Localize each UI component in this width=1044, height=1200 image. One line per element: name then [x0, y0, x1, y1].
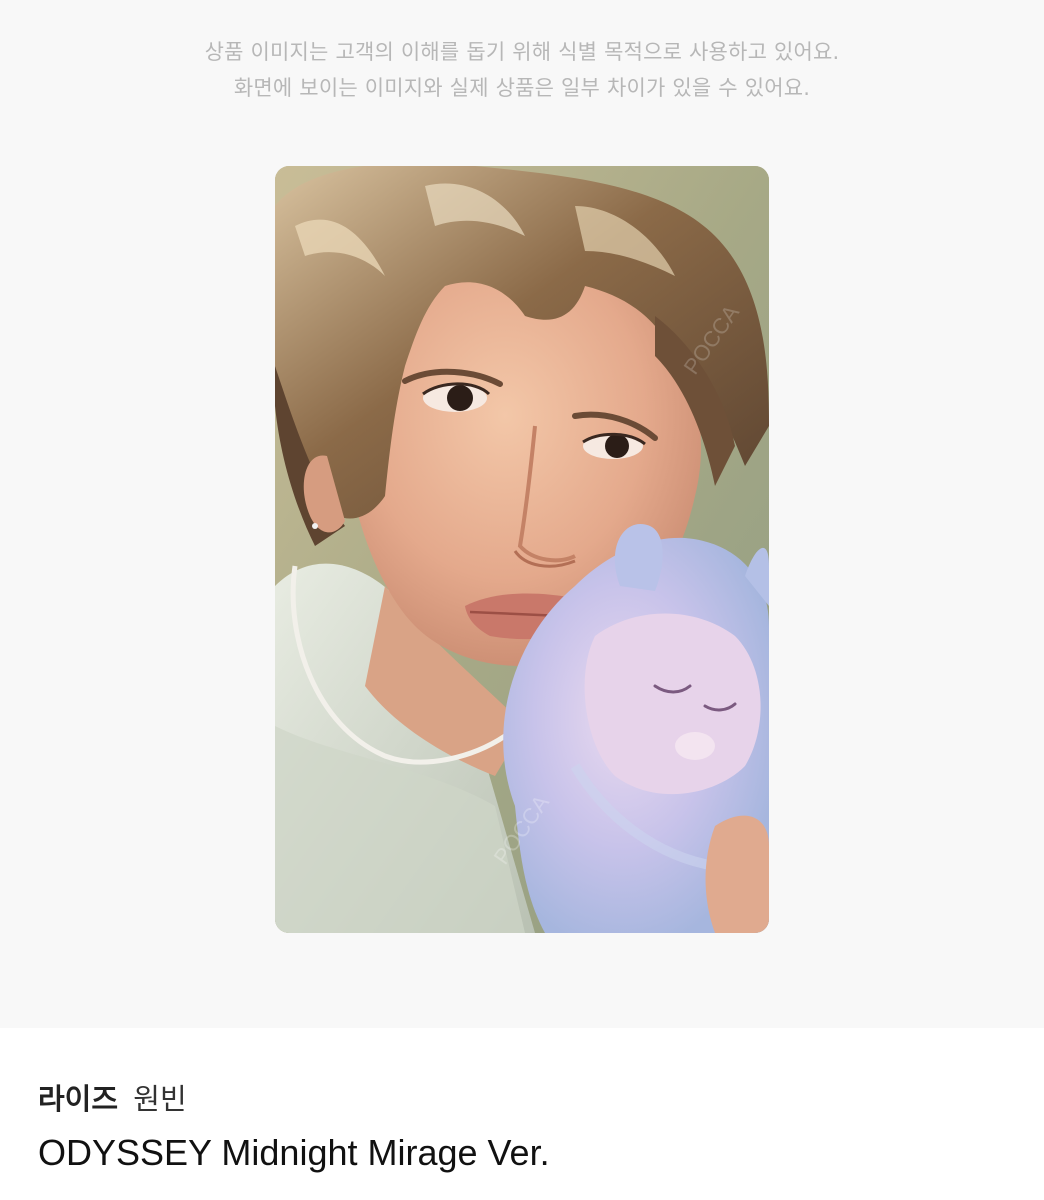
member-name: 원빈	[133, 1082, 187, 1116]
image-notice-line-1: 상품 이미지는 고객의 이해를 돕기 위해 식별 목적으로 사용하고 있어요.	[204, 40, 840, 64]
artist-name: 라이즈	[38, 1082, 119, 1116]
product-title-line: 라이즈 원빈	[38, 1076, 1006, 1122]
photocard-image: POCCA POCCA	[275, 166, 769, 933]
album-version: ODYSSEY Midnight Mirage Ver.	[38, 1132, 550, 1173]
photocard-illustration: POCCA POCCA	[275, 166, 769, 933]
product-image-panel: 상품 이미지는 고객의 이해를 돕기 위해 식별 목적으로 사용하고 있어요. …	[0, 0, 1044, 1028]
image-notice: 상품 이미지는 고객의 이해를 돕기 위해 식별 목적으로 사용하고 있어요. …	[0, 34, 1044, 106]
product-info: 라이즈 원빈 ODYSSEY Midnight Mirage Ver.	[38, 1076, 1006, 1176]
image-notice-line-2: 화면에 보이는 이미지와 실제 상품은 일부 차이가 있을 수 있어요.	[233, 76, 811, 100]
